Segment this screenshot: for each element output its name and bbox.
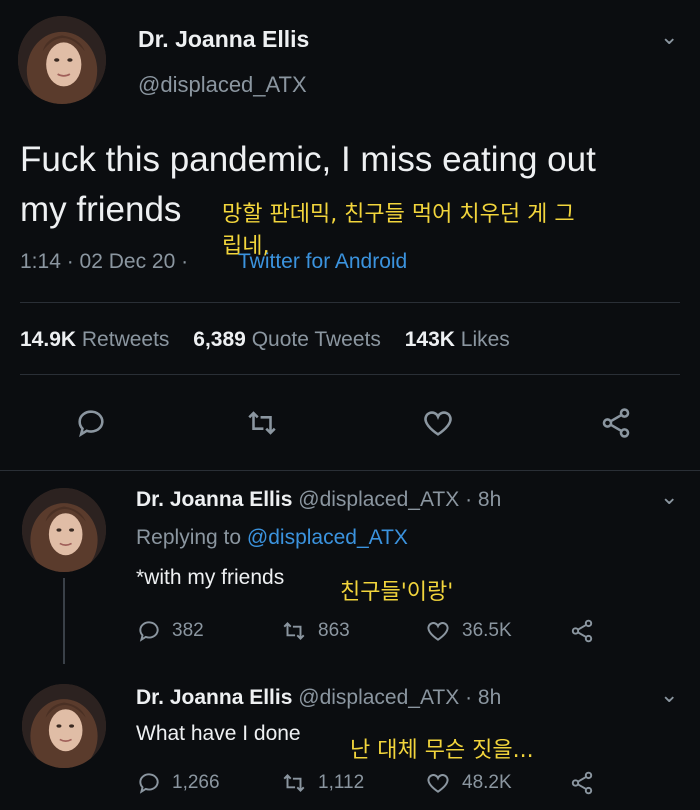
chevron-down-icon[interactable]: ⌄ xyxy=(660,26,678,48)
author-name[interactable]: Dr. Joanna Ellis xyxy=(136,686,292,709)
like-icon[interactable] xyxy=(420,406,456,440)
translation-overlay: 친구들'이랑' xyxy=(340,580,454,605)
like-action[interactable]: 36.5K xyxy=(424,618,512,644)
share-icon[interactable] xyxy=(568,618,596,644)
retweet-action[interactable]: 1,112 xyxy=(280,770,364,796)
reply-icon xyxy=(139,773,159,794)
translation-overlay-line-1: 망할 판데믹, 친구들 먹어 치우던 게 그 xyxy=(222,202,575,227)
reply-count: 382 xyxy=(172,620,204,641)
likes-count: 143K xyxy=(404,328,455,351)
translation-overlay: 난 대체 무슨 짓을... xyxy=(350,738,534,763)
reply-icon[interactable] xyxy=(74,406,108,440)
retweet-action[interactable]: 863 xyxy=(280,618,350,644)
author-name[interactable]: Dr. Joanna Ellis xyxy=(138,26,309,53)
replying-to-handle[interactable]: @displaced_ATX xyxy=(247,526,408,549)
share-icon[interactable] xyxy=(598,406,634,440)
reply-action[interactable]: 1,266 xyxy=(136,770,220,796)
quotes-count: 6,389 xyxy=(193,328,246,351)
reply-text: What have I done xyxy=(136,722,301,745)
like-count: 36.5K xyxy=(462,620,512,641)
tweet-source-link[interactable]: Twitter for Android xyxy=(238,250,407,274)
retweet-count: 863 xyxy=(318,620,350,641)
avatar-photo xyxy=(18,16,106,104)
retweets-label: Retweets xyxy=(81,328,170,351)
like-icon xyxy=(427,622,449,641)
reply-action[interactable]: 382 xyxy=(136,618,204,644)
retweet-count: 1,112 xyxy=(318,772,365,793)
replying-to-label: Replying to xyxy=(136,526,242,549)
share-icon[interactable] xyxy=(568,770,596,796)
like-action[interactable]: 48.2K xyxy=(424,770,512,796)
likes-stat[interactable]: 143K Likes xyxy=(405,328,510,351)
reply-meta[interactable]: @displaced_ATX · 8h xyxy=(298,488,501,511)
like-count: 48.2K xyxy=(462,772,512,793)
reply-icon xyxy=(139,621,159,642)
retweets-count: 14.9K xyxy=(20,328,77,351)
avatar[interactable] xyxy=(22,488,106,572)
reply-count: 1,266 xyxy=(172,772,220,793)
tweet-text-line-2: my friends xyxy=(20,190,182,229)
author-name[interactable]: Dr. Joanna Ellis xyxy=(136,488,292,511)
avatar[interactable] xyxy=(18,16,106,104)
reply-header: Dr. Joanna Ellis @displaced_ATX · 8h xyxy=(136,488,501,512)
author-handle[interactable]: @displaced_ATX xyxy=(138,72,307,98)
quotes-label: Quote Tweets xyxy=(251,328,381,351)
chevron-down-icon[interactable]: ⌄ xyxy=(660,684,678,706)
avatar[interactable] xyxy=(22,684,106,768)
reply-text: *with my friends xyxy=(136,566,285,589)
divider xyxy=(0,470,700,471)
retweet-icon xyxy=(283,774,305,792)
retweet-icon[interactable] xyxy=(244,406,280,440)
chevron-down-icon[interactable]: ⌄ xyxy=(660,486,678,508)
avatar-photo xyxy=(22,684,106,768)
reply-meta[interactable]: @displaced_ATX · 8h xyxy=(298,686,501,709)
retweets-stat[interactable]: 14.9K Retweets xyxy=(20,328,175,351)
likes-label: Likes xyxy=(460,328,510,351)
replying-to: Replying to @displaced_ATX xyxy=(136,526,408,550)
avatar-photo xyxy=(22,488,106,572)
stats-row: 14.9K Retweets 6,389 Quote Tweets 143K L… xyxy=(20,328,510,352)
quotes-stat[interactable]: 6,389 Quote Tweets xyxy=(193,328,386,351)
divider xyxy=(20,302,680,303)
retweet-icon xyxy=(283,622,305,640)
like-icon xyxy=(427,774,449,793)
tweet-text-line-1: Fuck this pandemic, I miss eating out xyxy=(20,140,596,179)
divider xyxy=(20,374,680,375)
thread-connector-line xyxy=(63,578,65,664)
tweet-timestamp[interactable]: 1:14 · 02 Dec 20 · xyxy=(20,250,188,274)
reply-header: Dr. Joanna Ellis @displaced_ATX · 8h xyxy=(136,686,501,710)
